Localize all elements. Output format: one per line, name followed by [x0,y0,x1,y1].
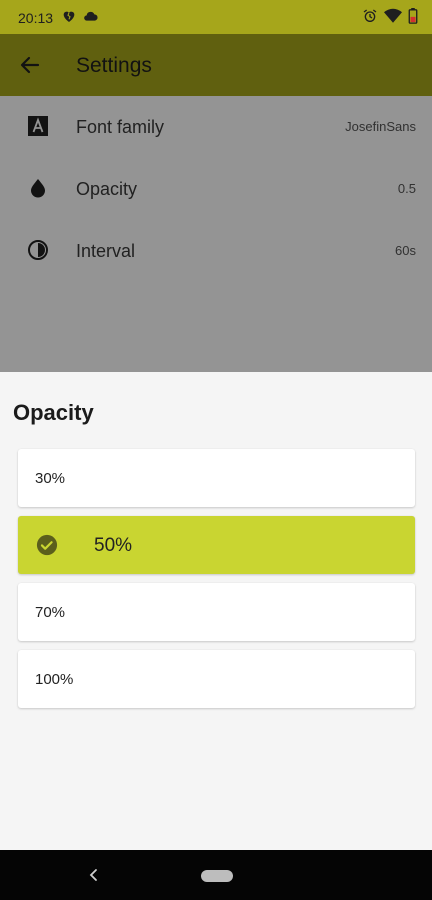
sheet-title: Opacity [13,400,94,425]
alarm-icon [362,8,378,24]
broken-heart-icon [61,8,77,24]
option-label: 30% [35,470,66,487]
option-label: 100% [35,671,74,688]
option-label: 70% [35,604,66,621]
option-50[interactable]: 50% [18,516,415,574]
status-bar: 20:13 [0,0,432,34]
status-time: 20:13 [18,10,54,26]
option-label: 50% [94,535,133,556]
nav-back-icon[interactable] [86,867,102,883]
option-100[interactable]: 100% [18,650,415,708]
check-circle-icon [36,534,58,556]
opacity-bottom-sheet: Opacity 30% 50% 70% 100% [0,372,432,850]
cloud-icon [83,8,99,24]
system-nav-bar [0,850,432,900]
option-30[interactable]: 30% [18,449,415,507]
wifi-icon [384,8,402,24]
battery-icon [408,8,418,24]
nav-home-pill[interactable] [201,870,233,882]
option-70[interactable]: 70% [18,583,415,641]
modal-scrim[interactable] [0,34,432,372]
